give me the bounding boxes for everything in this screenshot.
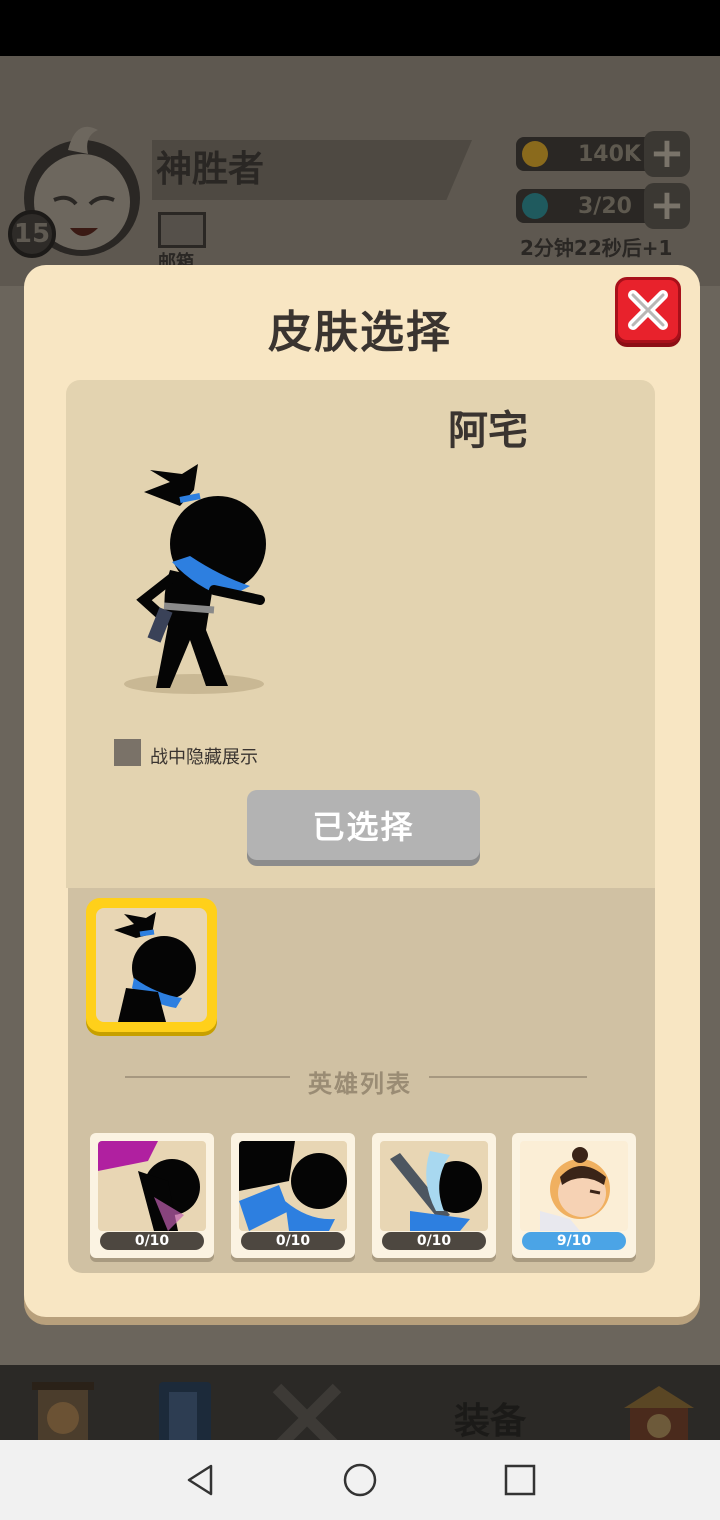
close-icon <box>628 290 668 330</box>
hero-card[interactable]: 9/10 <box>512 1133 636 1258</box>
gem-icon <box>522 193 548 219</box>
coin-icon <box>522 141 548 167</box>
ninja-hero-thumbnail <box>239 1141 347 1231</box>
nav-equipment-label: 装备 <box>453 1401 526 1442</box>
recents-icon[interactable] <box>502 1462 538 1498</box>
hide-in-battle-checkbox[interactable] <box>114 739 141 766</box>
hero-progress: 9/10 <box>522 1232 626 1250</box>
hero-list-title: 英雄列表 <box>308 1070 412 1098</box>
divider-right <box>429 1076 587 1078</box>
level-badge: 15 <box>8 210 56 258</box>
status-bar <box>0 0 720 56</box>
back-icon[interactable] <box>183 1462 219 1498</box>
close-button[interactable] <box>615 277 681 343</box>
hero-card[interactable]: 0/10 <box>90 1133 214 1258</box>
energy-counter: 3/20 + <box>516 183 690 229</box>
dialog-title: 皮肤选择 <box>268 307 452 358</box>
mail-icon <box>158 212 206 248</box>
selected-button[interactable]: 已选择 <box>247 790 480 860</box>
hero-figure <box>124 464 266 694</box>
gold-value: 140K <box>578 141 641 167</box>
skin-name: 阿宅 <box>448 408 528 454</box>
hero-card[interactable]: 0/10 <box>372 1133 496 1258</box>
add-gold-button[interactable]: + <box>644 131 690 177</box>
hero-progress: 0/10 <box>241 1232 345 1250</box>
home-icon[interactable] <box>342 1462 378 1498</box>
mail-button[interactable]: 邮箱 <box>158 212 208 273</box>
hide-in-battle-label: 战中隐藏展示 <box>150 747 258 768</box>
add-energy-button[interactable]: + <box>644 183 690 229</box>
hero-card[interactable]: 0/10 <box>231 1133 355 1258</box>
gold-counter: 140K + <box>516 131 690 177</box>
skin-card-selected[interactable] <box>86 898 217 1032</box>
umbrella-hero-thumbnail <box>98 1141 200 1231</box>
energy-value: 3/20 <box>578 193 632 219</box>
swordsman-hero-thumbnail <box>390 1151 482 1231</box>
hero-progress: 0/10 <box>100 1232 204 1250</box>
hero-progress: 0/10 <box>382 1232 486 1250</box>
player-name: 神胜者 <box>152 140 472 200</box>
skin-thumbnail <box>114 912 196 1022</box>
topknot-hero-thumbnail <box>540 1147 610 1231</box>
energy-timer: 2分钟22秒后+1 <box>520 236 673 260</box>
